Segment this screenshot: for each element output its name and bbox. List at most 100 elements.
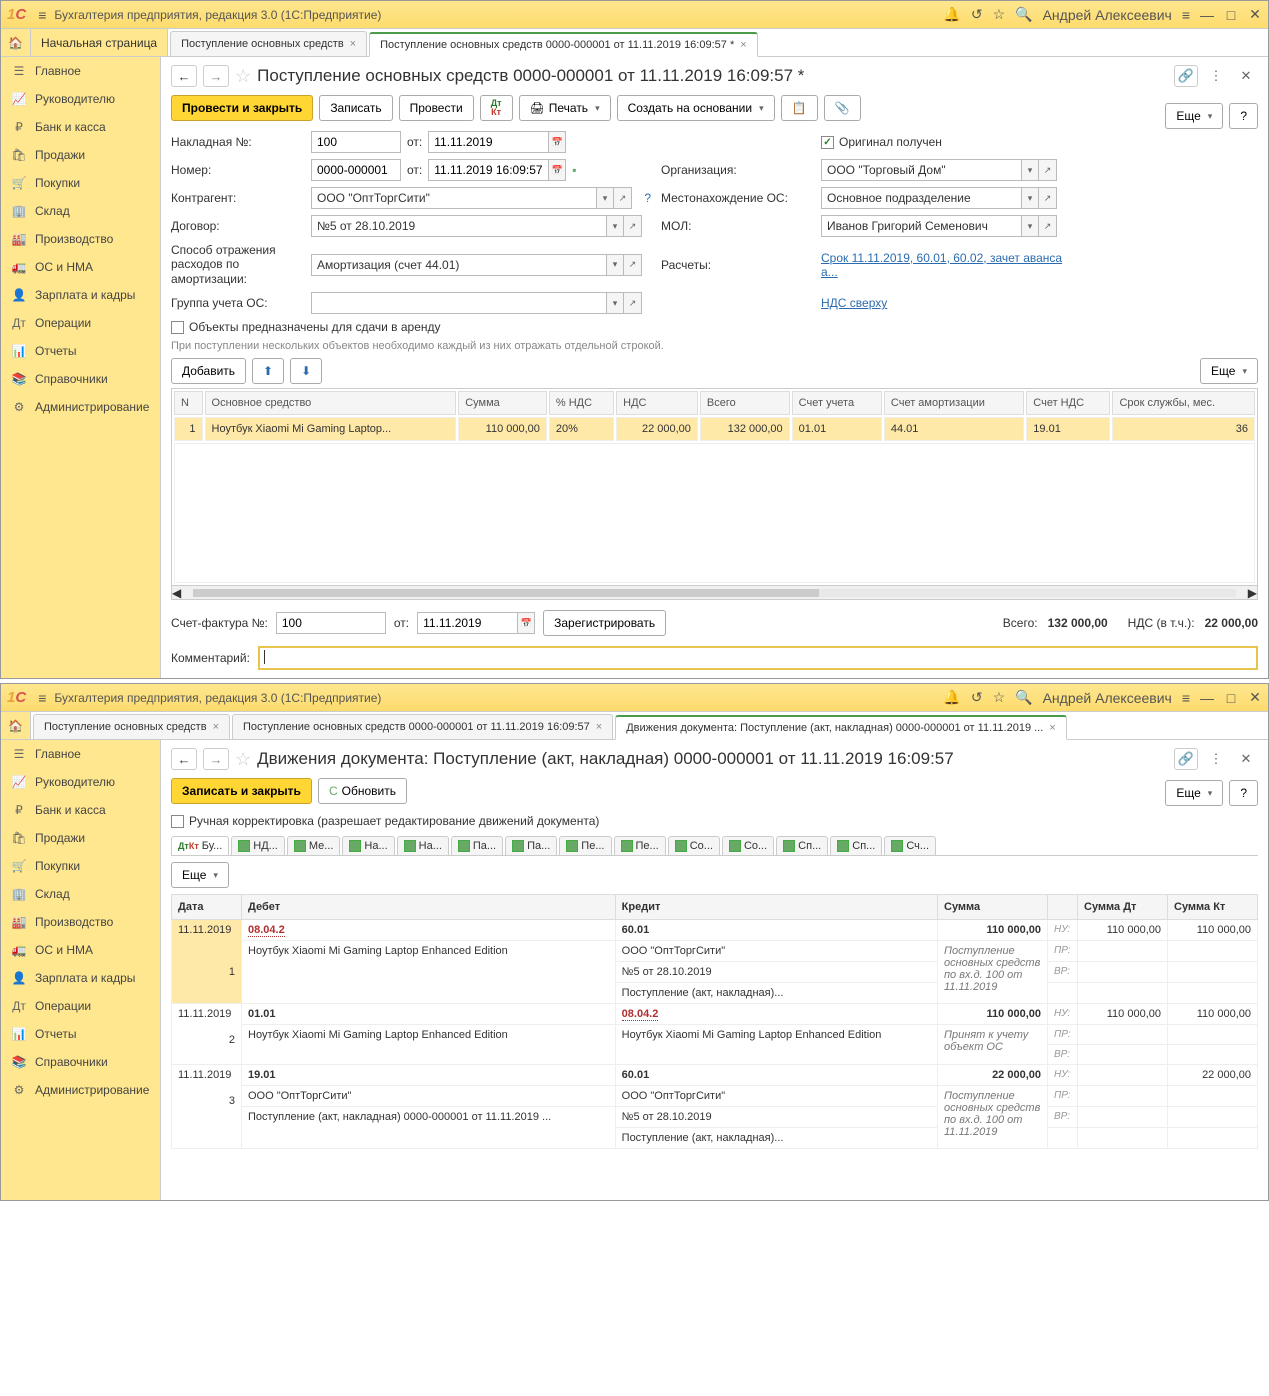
kebab-icon[interactable]: ⋮ — [1204, 65, 1228, 87]
mtab[interactable]: НД... — [231, 836, 285, 855]
write-close-button[interactable]: Записать и закрыть — [171, 778, 312, 804]
home-tab[interactable]: 🏠 — [1, 29, 31, 56]
open-icon[interactable]: ↗ — [624, 215, 642, 237]
open-icon[interactable]: ↗ — [614, 187, 632, 209]
open-icon[interactable]: ↗ — [624, 292, 642, 314]
vat-mode-link[interactable]: НДС сверху — [821, 296, 1081, 310]
depr-select[interactable]: Амортизация (счет 44.01) — [311, 254, 606, 276]
dropdown-icon[interactable]: ▾ — [606, 215, 624, 237]
sidebar-item-admin[interactable]: ⚙Администрирование — [1, 393, 160, 421]
number-input[interactable] — [311, 159, 401, 181]
search-icon[interactable]: 🔍 — [1015, 6, 1032, 23]
sidebar-item-manager[interactable]: 📈Руководителю — [1, 85, 160, 113]
nav-fwd[interactable]: → — [203, 748, 229, 770]
dropdown-icon[interactable]: ▾ — [1021, 159, 1039, 181]
link-icon[interactable]: 🔗 — [1174, 65, 1198, 87]
mgrid-more-button[interactable]: Еще — [171, 862, 229, 888]
sidebar-item-production[interactable]: 🏭Производство — [1, 908, 160, 936]
star-icon[interactable]: ☆ — [993, 689, 1006, 706]
minimize-button[interactable]: — — [1200, 7, 1214, 23]
mtab[interactable]: На... — [397, 836, 449, 855]
sidebar-item-os[interactable]: 🚛ОС и НМА — [1, 253, 160, 281]
help-button[interactable]: ? — [1229, 780, 1258, 806]
manual-checkbox[interactable]: Ручная корректировка (разрешает редактир… — [171, 814, 1258, 828]
sidebar-item-refs[interactable]: 📚Справочники — [1, 1048, 160, 1076]
settings-icon[interactable]: ≡ — [1182, 7, 1190, 23]
more-button[interactable]: Еще — [1165, 103, 1223, 129]
calendar-icon[interactable]: 📅 — [548, 131, 566, 153]
mov-row[interactable]: 11.11.20191 08.04.2 60.01 110 000,00 НУ:… — [172, 920, 1258, 941]
invoice-date-input[interactable] — [428, 131, 548, 153]
close-icon[interactable]: × — [213, 721, 219, 733]
mov-row[interactable]: 11.11.20192 01.01 08.04.2 110 000,00 НУ:… — [172, 1004, 1258, 1025]
start-page-tab[interactable]: Начальная страница — [31, 29, 168, 56]
mov-row[interactable]: 11.11.20193 19.01 60.01 22 000,00 НУ: 22… — [172, 1065, 1258, 1086]
home-tab[interactable]: 🏠 — [1, 712, 31, 739]
sf-no-input[interactable] — [276, 612, 386, 634]
favorite-icon[interactable]: ☆ — [235, 749, 251, 770]
move-up-button[interactable]: ⬆ — [252, 358, 284, 384]
mtab[interactable]: Сп... — [776, 836, 828, 855]
h-scrollbar[interactable]: ◀▶ — [171, 586, 1258, 600]
original-checkbox[interactable]: ✓Оригинал получен — [821, 135, 1081, 149]
kebab-icon[interactable]: ⋮ — [1204, 748, 1228, 770]
sidebar-item-sales[interactable]: 🛍Продажи — [1, 141, 160, 169]
sidebar-item-refs[interactable]: 📚Справочники — [1, 365, 160, 393]
grid-more-button[interactable]: Еще — [1200, 358, 1258, 384]
move-down-button[interactable]: ⬇ — [290, 358, 322, 384]
link-icon[interactable]: 🔗 — [1174, 748, 1198, 770]
mtab[interactable]: Со... — [722, 836, 774, 855]
user-name[interactable]: Андрей Алексеевич — [1043, 690, 1172, 706]
sf-date-input[interactable] — [417, 612, 517, 634]
rent-checkbox[interactable]: Объекты предназначены для сдачи в аренду — [171, 320, 1258, 334]
nav-fwd[interactable]: → — [203, 65, 229, 87]
sidebar-item-purchase[interactable]: 🛒Покупки — [1, 852, 160, 880]
tab-1[interactable]: Поступление основных средств× — [33, 714, 230, 739]
open-icon[interactable]: ↗ — [1039, 159, 1057, 181]
maximize-button[interactable]: □ — [1224, 7, 1238, 23]
calc-link[interactable]: Срок 11.11.2019, 60.01, 60.02, зачет ава… — [821, 251, 1081, 279]
edo-button[interactable]: 📋 — [781, 95, 818, 121]
help-button[interactable]: ? — [1229, 103, 1258, 129]
print-button[interactable]: 🖨 Печать — [519, 95, 611, 121]
sidebar-item-bank[interactable]: ₽Банк и касса — [1, 113, 160, 141]
open-icon[interactable]: ↗ — [1039, 215, 1057, 237]
mtab[interactable]: Ме... — [287, 836, 341, 855]
nav-back[interactable]: ← — [171, 748, 197, 770]
open-icon[interactable]: ↗ — [1039, 187, 1057, 209]
calendar-icon[interactable]: 📅 — [548, 159, 566, 181]
user-name[interactable]: Андрей Алексеевич — [1043, 7, 1172, 23]
sidebar-item-operations[interactable]: ДтОперации — [1, 992, 160, 1020]
history-icon[interactable]: ↺ — [971, 6, 983, 23]
minimize-button[interactable]: — — [1200, 690, 1214, 706]
sidebar-item-warehouse[interactable]: 🏢Склад — [1, 197, 160, 225]
contract-select[interactable]: №5 от 28.10.2019 — [311, 215, 606, 237]
post-close-button[interactable]: Провести и закрыть — [171, 95, 313, 121]
dropdown-icon[interactable]: ▾ — [606, 292, 624, 314]
settings-icon[interactable]: ≡ — [1182, 690, 1190, 706]
datetime-input[interactable] — [428, 159, 548, 181]
post-button[interactable]: Провести — [399, 95, 474, 121]
location-select[interactable]: Основное подразделение — [821, 187, 1021, 209]
close-icon[interactable]: × — [740, 39, 746, 51]
tab-3-active[interactable]: Движения документа: Поступление (акт, на… — [615, 715, 1067, 740]
history-icon[interactable]: ↺ — [971, 689, 983, 706]
open-icon[interactable]: ↗ — [624, 254, 642, 276]
dtkt-button[interactable]: ДтКт — [480, 95, 513, 121]
bell-icon[interactable]: 🔔 — [943, 689, 960, 706]
more-button[interactable]: Еще — [1165, 780, 1223, 806]
dropdown-icon[interactable]: ▾ — [1021, 215, 1039, 237]
mtab-bu[interactable]: ДтКтБу... — [171, 836, 229, 855]
favorite-icon[interactable]: ☆ — [235, 66, 251, 87]
sidebar-item-operations[interactable]: ДтОперации — [1, 309, 160, 337]
mtab[interactable]: Пе... — [559, 836, 611, 855]
org-select[interactable]: ООО "Торговый Дом" — [821, 159, 1021, 181]
attach-button[interactable]: 📎 — [824, 95, 861, 121]
tab-2[interactable]: Поступление основных средств 0000-000001… — [232, 714, 613, 739]
maximize-button[interactable]: □ — [1224, 690, 1238, 706]
close-button[interactable]: ✕ — [1248, 689, 1262, 706]
comment-input[interactable] — [258, 646, 1258, 670]
nav-back[interactable]: ← — [171, 65, 197, 87]
add-button[interactable]: Добавить — [171, 358, 246, 384]
table-row[interactable]: 1 Ноутбук Xiaomi Mi Gaming Laptop... 110… — [174, 417, 1255, 441]
